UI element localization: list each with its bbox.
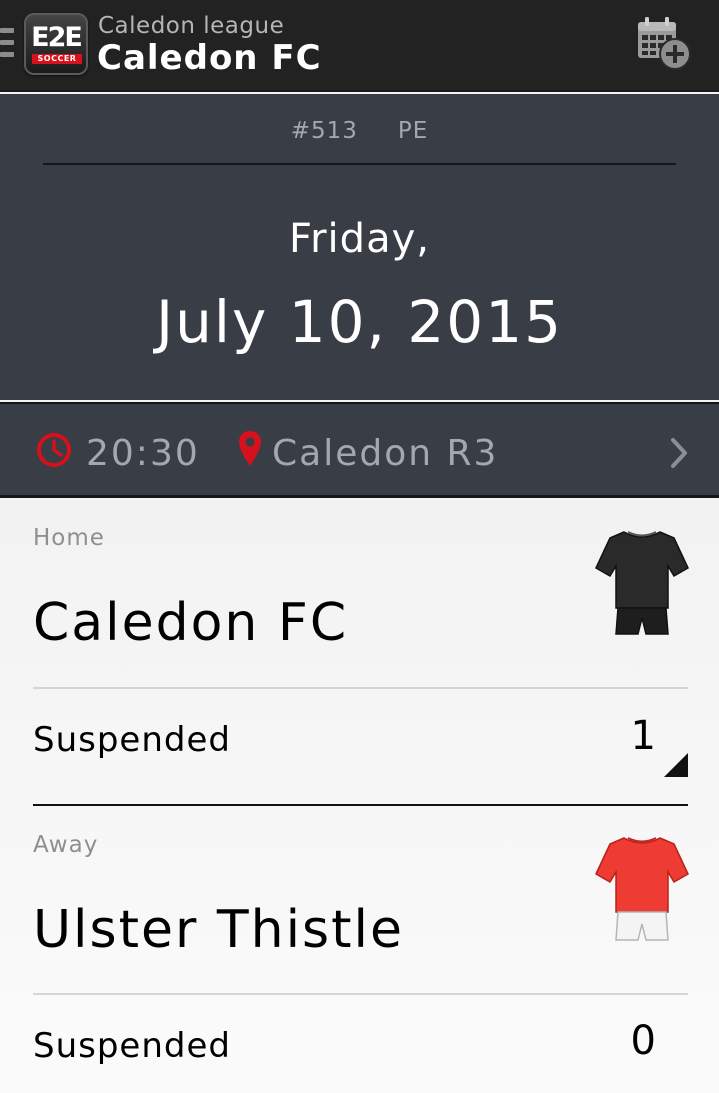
page-title: Caledon FC [97,38,322,78]
time-venue-row[interactable]: 20:30 Caledon R3 [0,402,719,498]
logo-text: E2E [31,22,83,53]
divider [33,993,688,995]
match-date-panel: #513 PE Friday, July 10, 2015 [0,94,719,400]
away-label: Away [33,832,99,858]
league-name: Caledon league [98,13,285,39]
match-weekday: Friday, [289,216,430,262]
divider [43,163,676,165]
logo-subtext: SOCCER [32,54,82,64]
home-label: Home [33,525,105,551]
app-header: E2E SOCCER Caledon league Caledon FC [0,0,719,92]
away-kit-icon [595,837,689,941]
home-suspended-label: Suspended [33,720,231,760]
clock-icon [37,433,71,467]
away-suspended-label: Suspended [33,1026,231,1066]
match-code: PE [397,118,429,144]
dropdown-corner-icon[interactable] [664,753,688,777]
divider [33,687,688,689]
match-venue: Caledon R3 [272,433,499,474]
match-date: July 10, 2015 [155,288,564,356]
match-meta: #513 PE [0,116,719,146]
home-suspended-value[interactable]: 1 [596,712,656,760]
add-calendar-icon[interactable] [636,16,692,72]
app-logo[interactable]: E2E SOCCER [24,13,88,75]
chevron-right-icon [671,438,687,468]
teams-panel: Home Caledon FC Suspended 1 Away Ulster … [0,498,719,1093]
match-time: 20:30 [86,433,200,474]
home-team-name: Caledon FC [33,593,349,653]
match-number: #513 [290,118,358,144]
menu-icon[interactable] [0,28,14,68]
home-kit-icon [595,531,689,635]
away-team-name: Ulster Thistle [33,900,404,960]
away-suspended-value[interactable]: 0 [596,1017,656,1065]
location-pin-icon [239,431,261,466]
divider [33,804,688,806]
